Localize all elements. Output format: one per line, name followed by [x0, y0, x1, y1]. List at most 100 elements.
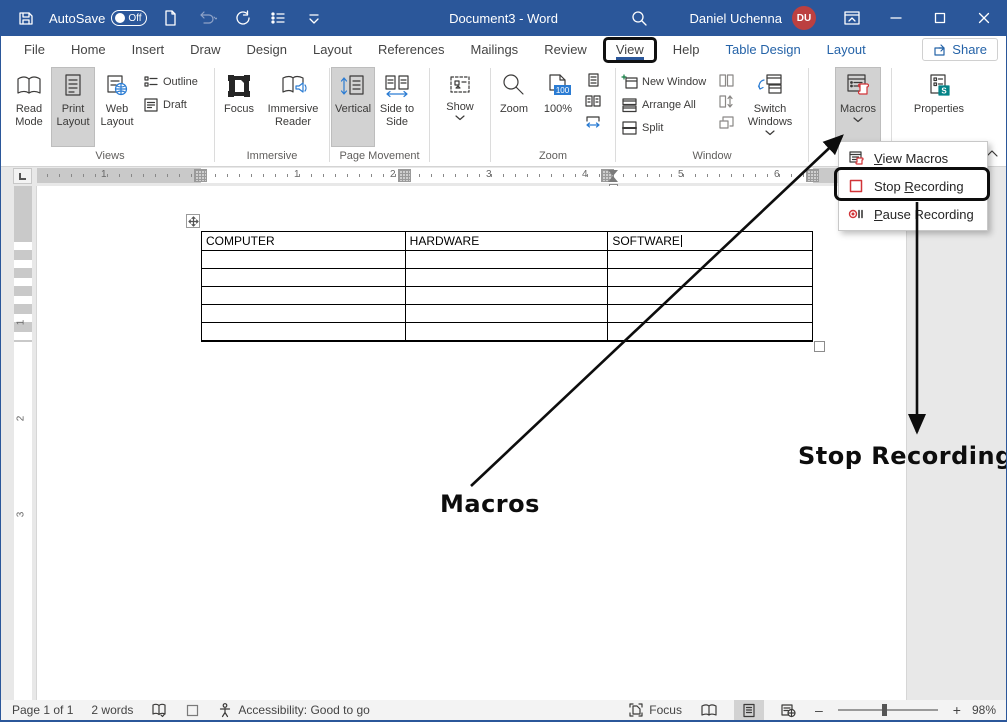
word-count[interactable]: 2 words [89, 700, 135, 720]
close-button[interactable] [962, 0, 1006, 36]
multiple-pages-button[interactable] [583, 92, 603, 110]
menu-item-pause-recording[interactable]: Pause Recording [839, 200, 987, 228]
zoom-in-button[interactable]: + [950, 702, 964, 718]
autosave-toggle[interactable]: AutoSave Off [49, 10, 147, 26]
table-resize-handle[interactable] [814, 341, 825, 352]
new-window-button[interactable]: New Window [621, 71, 711, 92]
tab-home[interactable]: Home [58, 38, 119, 62]
table-row[interactable] [202, 287, 813, 305]
print-layout-view-button[interactable] [734, 700, 764, 720]
tab-design[interactable]: Design [234, 38, 300, 62]
table-row[interactable] [202, 269, 813, 287]
accessibility-status[interactable]: Accessibility: Good to go [215, 700, 371, 720]
tab-draw[interactable]: Draw [177, 38, 233, 62]
ruler-number: 3 [486, 169, 492, 180]
zoom-slider[interactable] [838, 709, 938, 711]
repeat-icon[interactable] [229, 5, 255, 31]
view-side-by-side-button[interactable] [716, 71, 736, 89]
read-mode-button[interactable]: Read Mode [7, 67, 51, 147]
synchronous-scrolling-icon [718, 94, 735, 109]
tab-table-design[interactable]: Table Design [713, 38, 814, 62]
table-column-marker[interactable] [194, 169, 207, 182]
tab-help[interactable]: Help [660, 38, 713, 62]
outline-button[interactable]: Outline [143, 71, 198, 92]
split-button[interactable]: Split [621, 117, 711, 138]
tab-file[interactable]: File [11, 38, 58, 62]
new-document-icon[interactable] [157, 5, 183, 31]
group-show: Show [431, 64, 489, 166]
table-row[interactable] [202, 323, 813, 341]
tab-stop-selector[interactable] [13, 168, 32, 184]
tab-table-layout[interactable]: Layout [814, 38, 879, 62]
tab-insert[interactable]: Insert [119, 38, 178, 62]
tab-stop-icon [19, 173, 26, 180]
zoom-100-button[interactable]: 100 100% [536, 67, 580, 147]
group-immersive: Focus Immersive Reader Immersive [216, 64, 328, 166]
menu-item-stop-recording[interactable]: Stop Recording [839, 172, 987, 200]
table-move-handle[interactable] [186, 214, 200, 228]
ruler-number: 5 [678, 169, 684, 180]
save-icon[interactable] [13, 5, 39, 31]
hanging-indent-marker[interactable] [608, 176, 618, 182]
switch-windows-button[interactable]: Switch Windows [739, 67, 801, 147]
document-table[interactable]: COMPUTER HARDWARE SOFTWARE [201, 231, 813, 342]
side-to-side-button[interactable]: Side to Side [375, 67, 419, 147]
table-cell[interactable]: SOFTWARE [608, 232, 813, 251]
ruler-table-row-markers [14, 232, 32, 342]
autosave-switch[interactable]: Off [111, 10, 147, 26]
vertical-ruler[interactable]: 1 2 3 [14, 186, 32, 700]
page-indicator[interactable]: Page 1 of 1 [10, 700, 75, 720]
table-column-marker[interactable] [398, 169, 411, 182]
synchronous-scrolling-button[interactable] [716, 92, 736, 110]
tab-mailings[interactable]: Mailings [458, 38, 532, 62]
customize-qat-chevron-icon[interactable] [301, 5, 327, 31]
share-button[interactable]: Share [922, 38, 998, 61]
tab-view[interactable]: View [606, 42, 654, 57]
ribbon-display-options-icon[interactable] [830, 0, 874, 36]
reset-window-position-button[interactable] [716, 113, 736, 131]
print-layout-button[interactable]: Print Layout [51, 67, 95, 147]
read-mode-view-button[interactable] [692, 700, 726, 720]
tab-review[interactable]: Review [531, 38, 600, 62]
focus-button[interactable]: Focus [216, 67, 262, 147]
focus-button-statusbar[interactable]: Focus [626, 700, 684, 720]
web-layout-button[interactable]: Web Layout [95, 67, 139, 147]
status-bar: Page 1 of 1 2 words Accessibility: Good … [1, 700, 1006, 722]
horizontal-ruler[interactable]: 1 1 2 3 4 5 6 7 [37, 168, 906, 183]
table-row[interactable] [202, 305, 813, 323]
web-layout-view-button[interactable] [772, 700, 804, 720]
maximize-button[interactable] [918, 0, 962, 36]
arrange-all-button[interactable]: Arrange All [621, 94, 711, 115]
zoom-out-button[interactable]: – [812, 702, 826, 718]
table-cell[interactable]: HARDWARE [405, 232, 608, 251]
avatar[interactable]: DU [792, 6, 816, 30]
immersive-reader-button[interactable]: Immersive Reader [262, 67, 324, 147]
zoom-slider-thumb[interactable] [882, 704, 887, 716]
minimize-button[interactable] [874, 0, 918, 36]
proofing-errors-button[interactable] [149, 700, 170, 720]
vertical-button[interactable]: Vertical [331, 67, 375, 147]
show-dropdown-button[interactable]: Show [434, 67, 486, 147]
draft-button[interactable]: Draft [143, 94, 198, 115]
undo-icon[interactable] [193, 5, 219, 31]
document-page[interactable]: COMPUTER HARDWARE SOFTWARE [37, 186, 906, 700]
table-column-marker[interactable] [806, 169, 819, 182]
macros-button[interactable]: Macros [835, 67, 881, 147]
user-name[interactable]: Daniel Uchenna [689, 11, 782, 26]
tab-references[interactable]: References [365, 38, 457, 62]
svg-text:S: S [941, 87, 947, 96]
table-row[interactable] [202, 251, 813, 269]
zoom-percentage[interactable]: 98% [972, 703, 996, 717]
tab-layout[interactable]: Layout [300, 38, 365, 62]
table-cell[interactable]: COMPUTER [202, 232, 406, 251]
zoom-button[interactable]: Zoom [492, 67, 536, 147]
properties-button[interactable]: S Properties [910, 67, 968, 147]
focus-icon [225, 72, 253, 100]
one-page-button[interactable] [583, 71, 603, 89]
page-width-button[interactable] [583, 113, 603, 131]
bullet-list-icon[interactable] [265, 5, 291, 31]
group-label-immersive: Immersive [216, 149, 328, 166]
macro-recording-button[interactable] [184, 700, 201, 720]
search-icon[interactable] [619, 0, 659, 36]
menu-item-view-macros[interactable]: View Macros [839, 144, 987, 172]
